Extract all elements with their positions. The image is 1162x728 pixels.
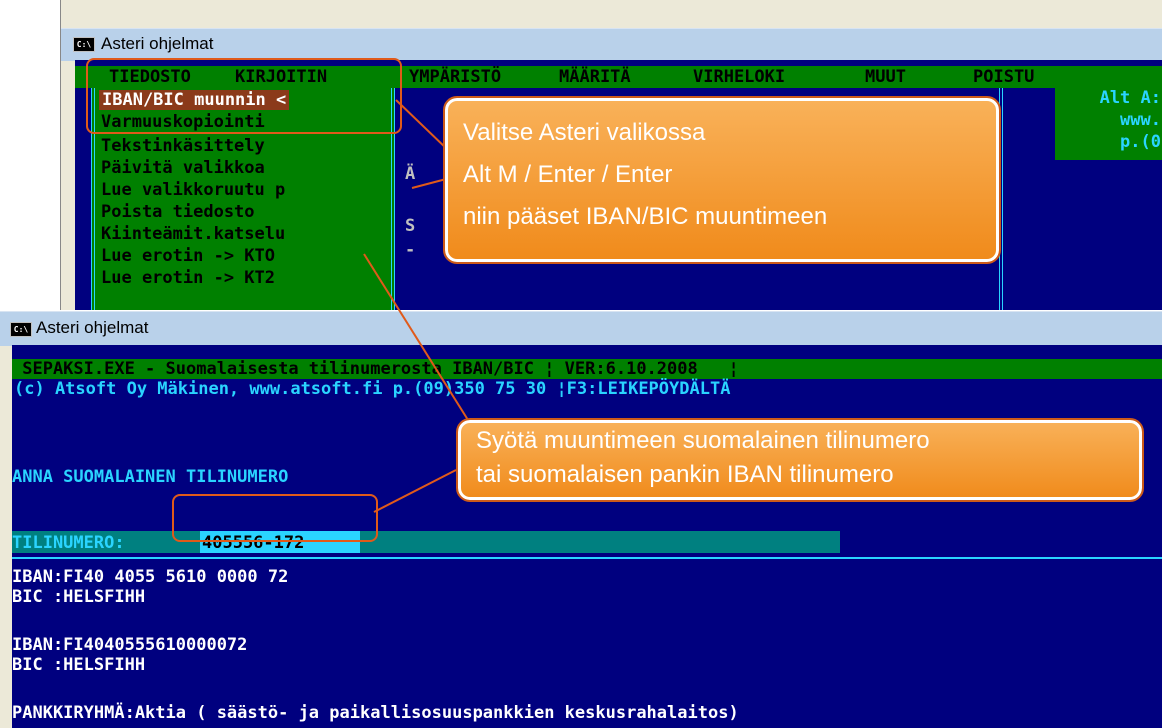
info-line-2: www. (1120, 110, 1161, 130)
callout-2-line-1: Syötä muuntimeen suomalainen tilinumero (476, 427, 930, 454)
iban-compact: IBAN:FI4040555610000072 (12, 635, 248, 655)
menu-item-lue-erotin-kt2[interactable]: Lue erotin -> KT2 (101, 268, 275, 288)
program-header: SEPAKSI.EXE - Suomalaisesta tilinumerost… (12, 359, 739, 379)
menu-item-tekstinkasittely[interactable]: Tekstinkäsittely (101, 136, 265, 156)
bank-group: PANKKIRYHMÄ:Aktia ( säästö- ja paikallis… (12, 703, 739, 723)
menu-item-lue-valikkoruutu[interactable]: Lue valikkoruutu p (101, 180, 285, 200)
info-line-1: Alt A: (1099, 88, 1161, 108)
input-label: TILINUMERO: (12, 533, 125, 553)
callout-1-line-3: niin pääset IBAN/BIC muuntimeen (463, 203, 828, 230)
callout-input-instructions: Syötä muuntimeen suomalainen tilinumero … (456, 418, 1144, 502)
bic-result: BIC :HELSFIHH (12, 587, 146, 607)
window-title: Asteri ohjelmat (36, 318, 149, 337)
callout-2-line-2: tai suomalaisen pankin IBAN tilinumero (476, 461, 894, 488)
callout-menu-instructions: Valitse Asteri valikossa Alt M / Enter /… (443, 96, 1001, 264)
menu-muut[interactable]: MUUT (865, 66, 906, 88)
menu-ymparisto[interactable]: YMPÄRISTÖ (409, 66, 501, 88)
highlight-menu-item (86, 58, 402, 134)
menu-item-kiinteamit[interactable]: Kiinteämit.katselu (101, 224, 285, 244)
menu-item-paivita[interactable]: Päivitä valikkoa (101, 158, 265, 178)
menu-maarita[interactable]: MÄÄRITÄ (559, 66, 631, 88)
highlight-account-input (172, 494, 378, 542)
window-title: Asteri ohjelmat (101, 34, 214, 53)
console-icon: C:\ (10, 322, 32, 337)
menu-item-lue-erotin-kto[interactable]: Lue erotin -> KTO (101, 246, 275, 266)
hidden-dash: - (405, 240, 416, 260)
info-box: Alt A: www. p.(0 (1055, 88, 1162, 160)
hidden-letter-s: S (405, 216, 416, 236)
title-bar[interactable]: C:\ Asteri ohjelmat (61, 28, 1162, 61)
menu-virheloki[interactable]: VIRHELOKI (693, 66, 785, 88)
copyright-line: (c) Atsoft Oy Mäkinen, www.atsoft.fi p.(… (14, 379, 731, 399)
title-bar[interactable]: C:\ Asteri ohjelmat (0, 311, 1162, 346)
bic-result-2: BIC :HELSFIHH (12, 655, 146, 675)
iban-formatted: IBAN:FI40 4055 5610 0000 72 (12, 567, 289, 587)
console-icon: C:\ (73, 37, 95, 52)
hidden-letter-a: Ä (405, 164, 416, 184)
info-line-3: p.(0 (1120, 132, 1161, 152)
account-input-field[interactable] (12, 531, 840, 553)
menu-item-poista-tiedosto[interactable]: Poista tiedosto (101, 202, 255, 222)
callout-1-line-1: Valitse Asteri valikossa (463, 119, 706, 146)
divider (12, 557, 1162, 559)
menu-poistu[interactable]: POISTU (973, 66, 1034, 88)
account-prompt: ANNA SUOMALAINEN TILINUMERO (12, 467, 289, 487)
callout-1-line-2: Alt M / Enter / Enter (463, 161, 673, 188)
